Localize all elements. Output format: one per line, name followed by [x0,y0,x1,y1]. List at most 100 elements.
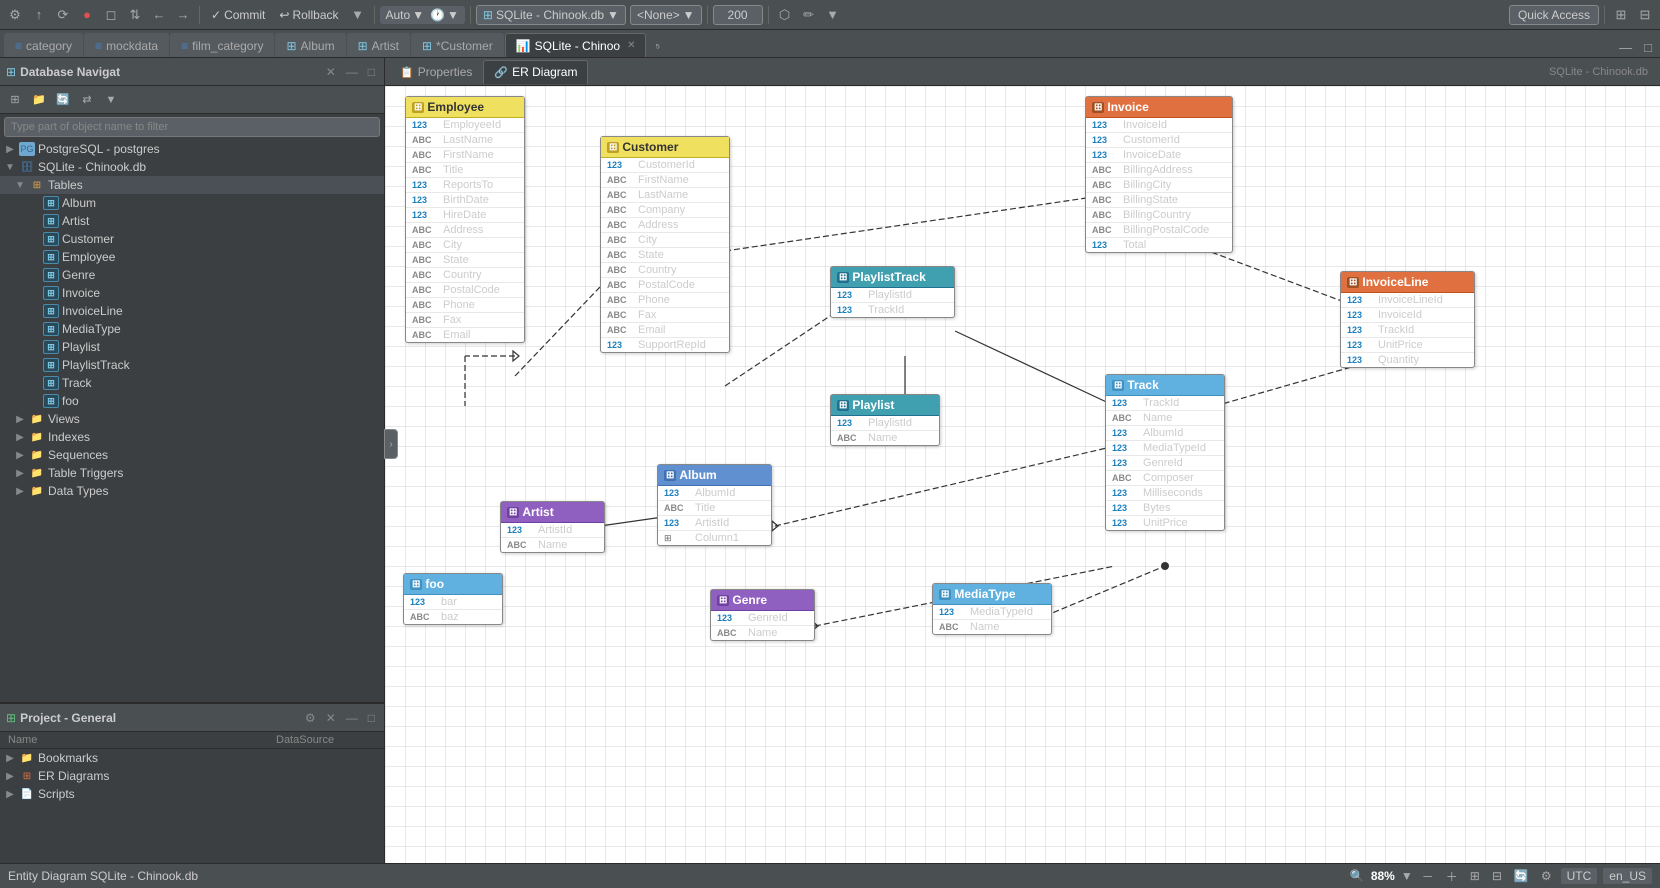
zoom-in-button[interactable]: ＋ [1443,867,1461,886]
project-item-er-diagrams[interactable]: ▶ ⊞ ER Diagrams [0,767,384,785]
tree-item-invoice[interactable]: ⊞ Invoice [0,284,384,302]
tab-film-category[interactable]: ≡ film_category [170,33,274,57]
er-diagram-area[interactable]: ⊞ Employee 123EmployeeId ABCLastName ABC… [385,86,1660,863]
employee-field-phone: ABCPhone [406,298,524,313]
tree-item-customer[interactable]: ⊞ Customer [0,230,384,248]
toolbar-icon-2[interactable]: ↑ [28,4,50,26]
toolbar-icon-7[interactable]: ← [148,4,170,26]
project-settings-icon[interactable]: ⚙ [302,710,319,726]
tree-item-foo[interactable]: ⊞ foo [0,392,384,410]
project-close-icon[interactable]: ✕ [323,710,339,726]
project-minimize-icon[interactable]: — [343,710,361,726]
project-item-bookmarks[interactable]: ▶ 📁 Bookmarks [0,749,384,767]
entity-mediatype[interactable]: ⊞ MediaType 123MediaTypeId ABCName [932,583,1052,635]
tree-item-mediatype[interactable]: ⊞ MediaType [0,320,384,338]
tree-item-playlisttrack[interactable]: ⊞ PlaylistTrack [0,356,384,374]
tree-item-data-types[interactable]: ▶ 📁 Data Types [0,482,384,500]
entity-playlisttrack[interactable]: ⊞ PlaylistTrack 123PlaylistId 123TrackId [830,266,955,318]
tab-er-diagram[interactable]: 🔗 ER Diagram [483,60,588,84]
toolbar-icon-6[interactable]: ⇅ [124,4,146,26]
status-icon-4[interactable]: ⚙ [1538,868,1555,884]
db-nav-minimize-icon[interactable]: — [343,64,361,80]
entity-track[interactable]: ⊞ Track 123TrackId ABCName 123AlbumId 12… [1105,374,1225,531]
project-maximize-icon[interactable]: □ [365,710,378,726]
entity-genre[interactable]: ⊞ Genre 123GenreId ABCName [710,589,815,641]
mediatype-table-icon: ⊞ [43,322,59,336]
tree-area[interactable]: ▶ PG PostgreSQL - postgres ▼ 🗄 SQLite - … [0,140,384,702]
entity-employee[interactable]: ⊞ Employee 123EmployeeId ABCLastName ABC… [405,96,525,343]
toolbar-icon-14[interactable]: ⊟ [1634,4,1656,26]
db-nav-close-icon[interactable]: ✕ [323,64,339,80]
playlisttrack-field-pid: 123PlaylistId [831,288,954,303]
entity-album[interactable]: ⊞ Album 123AlbumId ABCTitle 123ArtistId … [657,464,772,546]
auto-label: Auto [386,8,411,22]
toolbar-icon-12[interactable]: ▼ [822,4,844,26]
auto-dropdown[interactable]: Auto ▼ 🕐 ▼ [380,6,465,24]
entity-foo[interactable]: ⊞ foo 123bar ABCbaz [403,573,503,625]
tree-item-table-triggers[interactable]: ▶ 📁 Table Triggers [0,464,384,482]
entity-invoice[interactable]: ⊞ Invoice 123InvoiceId 123CustomerId 123… [1085,96,1233,253]
tab-customer[interactable]: ⊞ *Customer [411,33,504,57]
tree-item-album[interactable]: ⊞ Album [0,194,384,212]
tab-mockdata[interactable]: ≡ mockdata [84,33,169,57]
db-connection-dropdown[interactable]: ⊞ SQLite - Chinook.db ▼ [476,5,626,25]
tab-close-button[interactable]: ✕ [627,40,635,51]
toolbar-icon-1[interactable]: ⚙ [4,4,26,26]
schema-dropdown[interactable]: <None> ▼ [630,5,702,25]
search-input[interactable] [4,117,380,137]
status-icon-3[interactable]: 🔄 [1511,868,1532,884]
nav-icon-2[interactable]: 📁 [28,89,50,111]
tabs-more-button[interactable]: ⁵ [649,39,666,57]
tree-item-artist[interactable]: ⊞ Artist [0,212,384,230]
entity-artist-header: ⊞ Artist [501,502,604,523]
status-icon-2[interactable]: ⊟ [1489,868,1505,884]
tab-sqlite-chinook[interactable]: 📊 SQLite - Chinoo ✕ [505,33,647,57]
tree-item-sqlite[interactable]: ▼ 🗄 SQLite - Chinook.db [0,158,384,176]
toolbar-icon-8[interactable]: → [172,4,194,26]
project-item-scripts[interactable]: ▶ 📄 Scripts [0,785,384,803]
tree-item-genre[interactable]: ⊞ Genre [0,266,384,284]
db-nav-maximize-icon[interactable]: □ [365,64,378,80]
project-tree[interactable]: ▶ 📁 Bookmarks ▶ ⊞ ER Diagrams ▶ 📄 Script… [0,749,384,863]
nav-icon-3[interactable]: 🔄 [52,89,74,111]
tabs-maximize-button[interactable]: □ [1640,38,1656,57]
zoom-dropdown-icon[interactable]: ▼ [1401,869,1413,883]
entity-invoiceline[interactable]: ⊞ InvoiceLine 123InvoiceLineId 123Invoic… [1340,271,1475,368]
tree-item-views[interactable]: ▶ 📁 Views [0,410,384,428]
toolbar-icon-3[interactable]: ⟳ [52,4,74,26]
tree-item-sequences[interactable]: ▶ 📁 Sequences [0,446,384,464]
tab-artist[interactable]: ⊞ Artist [347,33,410,57]
toolbar-icon-10[interactable]: ⬡ [774,4,796,26]
entity-playlist[interactable]: ⊞ Playlist 123PlaylistId ABCName [830,394,940,446]
rollback-button[interactable]: ↩ Rollback [273,6,344,24]
quick-access-button[interactable]: Quick Access [1509,5,1599,25]
zoom-input[interactable] [713,5,763,25]
tabs-minimize-button[interactable]: — [1615,38,1636,57]
tab-album[interactable]: ⊞ Album [275,33,345,57]
tab-category[interactable]: ≡ category [4,33,83,57]
toolbar-icon-5[interactable]: ◻ [100,4,122,26]
tree-item-track[interactable]: ⊞ Track [0,374,384,392]
tree-item-tables[interactable]: ▼ ⊞ Tables [0,176,384,194]
tree-item-indexes[interactable]: ▶ 📁 Indexes [0,428,384,446]
commit-button[interactable]: ✓ Commit [205,6,271,24]
toolbar-icon-13[interactable]: ⊞ [1610,4,1632,26]
nav-icon-1[interactable]: ⊞ [4,89,26,111]
entity-customer[interactable]: ⊞ Customer 123CustomerId ABCFirstName AB… [600,136,730,353]
toolbar-icon-11[interactable]: ✏ [798,4,820,26]
panel-expand-arrow[interactable]: › [384,429,398,459]
entity-artist[interactable]: ⊞ Artist 123ArtistId ABCName [500,501,605,553]
tree-item-postgresql[interactable]: ▶ PG PostgreSQL - postgres [0,140,384,158]
status-icon-1[interactable]: ⊞ [1467,868,1483,884]
toolbar-icon-4[interactable]: ● [76,4,98,26]
nav-icon-5[interactable]: ▼ [100,89,122,111]
project-panel: ⊞ Project - General ⚙ ✕ — □ Name DataSou… [0,703,384,863]
tree-item-employee[interactable]: ⊞ Employee [0,248,384,266]
nav-icon-4[interactable]: ⇄ [76,89,98,111]
tab-properties[interactable]: 📋 Properties [389,60,483,84]
tree-item-invoiceline[interactable]: ⊞ InvoiceLine [0,302,384,320]
tree-item-playlist[interactable]: ⊞ Playlist [0,338,384,356]
toolbar-icon-9[interactable]: ▼ [347,4,369,26]
zoom-out-button[interactable]: － [1419,867,1437,886]
tabletriggers-folder-icon: 📁 [29,466,45,480]
